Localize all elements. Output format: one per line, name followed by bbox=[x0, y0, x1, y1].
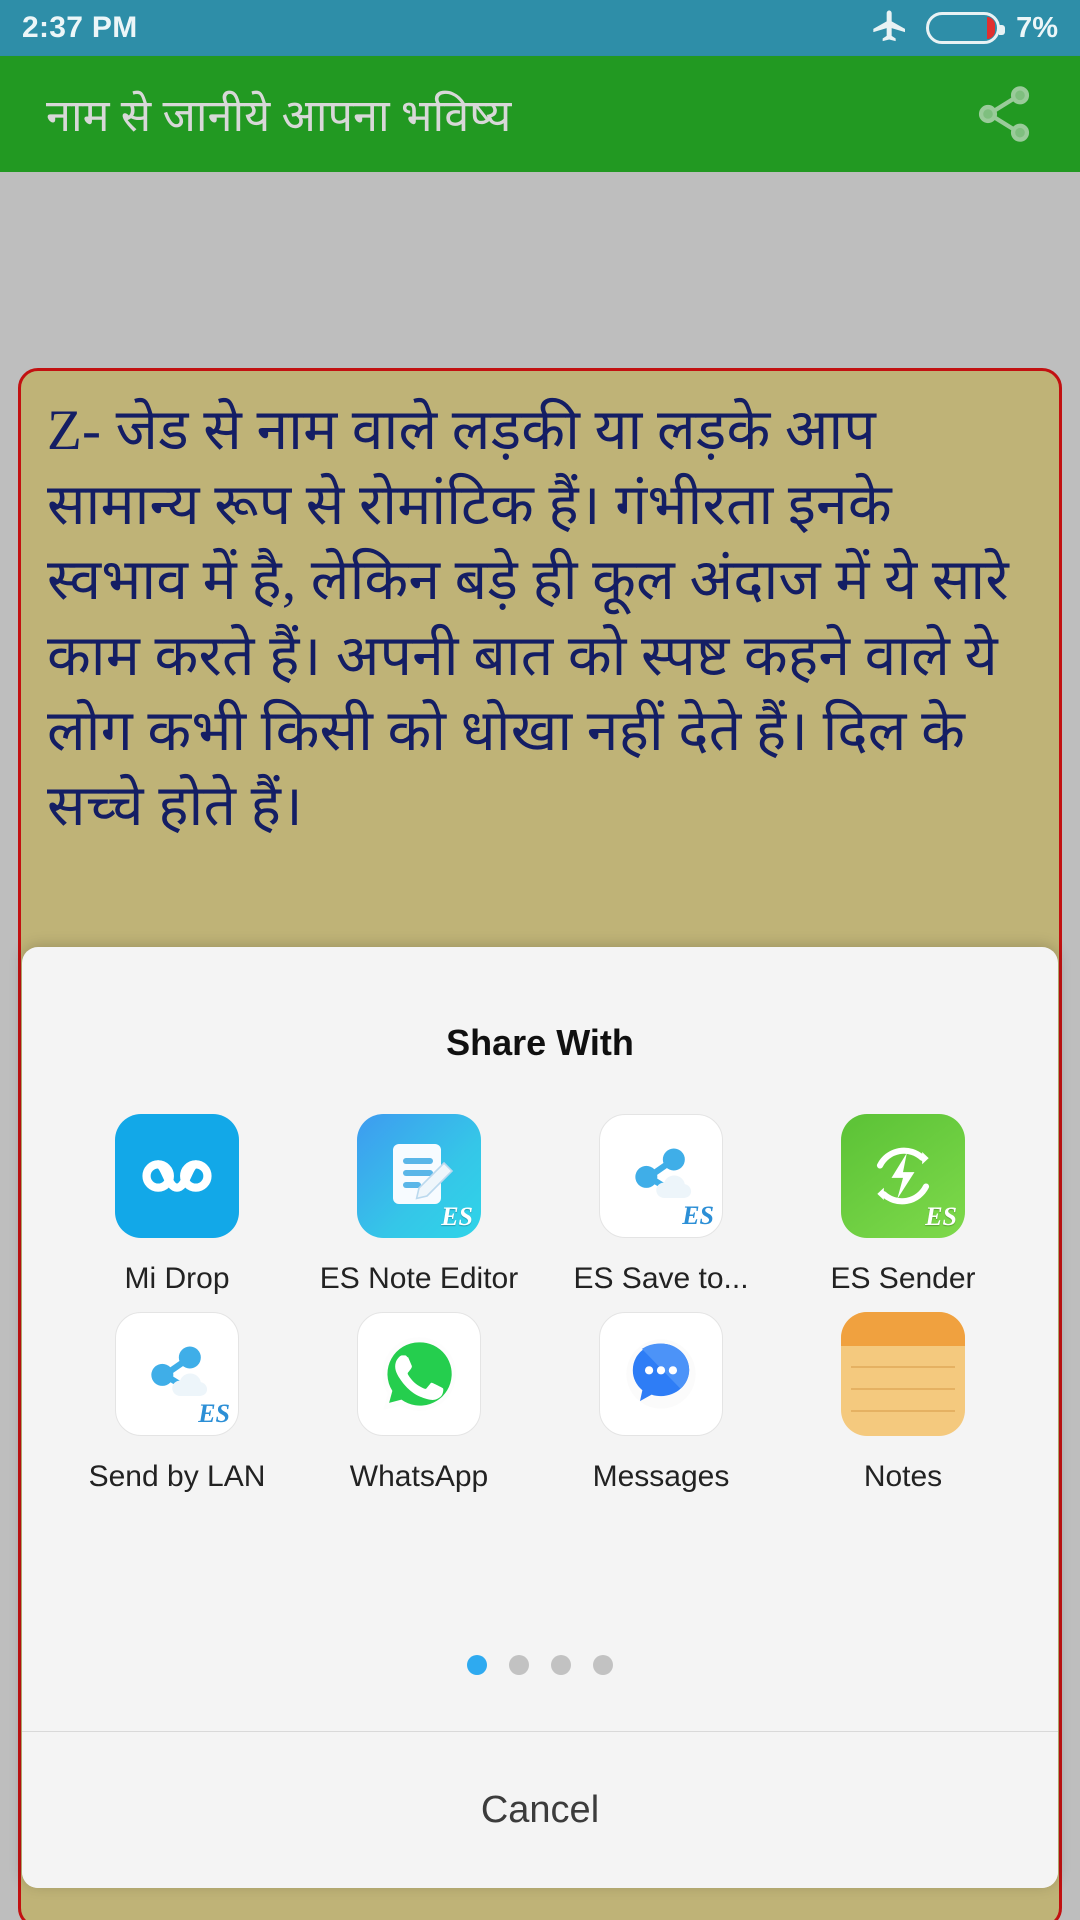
page-dot-3[interactable] bbox=[551, 1655, 571, 1675]
es-note-editor-icon: ES bbox=[357, 1114, 481, 1238]
fortune-text: Z- जेड से नाम वाले लड़की या लड़के आप साम… bbox=[47, 399, 1009, 839]
notes-header-strip bbox=[841, 1311, 965, 1346]
page-dot-2[interactable] bbox=[509, 1655, 529, 1675]
notes-rule-line bbox=[851, 1387, 955, 1390]
share-with-dialog: Share With Mi Drop ES ES Note Editor ES … bbox=[22, 947, 1058, 1888]
airplane-mode-icon bbox=[873, 10, 906, 42]
share-target-label: Notes bbox=[863, 1459, 943, 1493]
whatsapp-icon bbox=[357, 1311, 481, 1436]
share-target-label: ES Save to... bbox=[573, 1262, 749, 1295]
share-icon bbox=[978, 86, 1030, 142]
messages-icon bbox=[599, 1311, 723, 1436]
share-target-notes[interactable]: Notes bbox=[782, 1311, 1024, 1496]
battery-level-fill bbox=[987, 17, 996, 39]
es-sender-icon: ES bbox=[841, 1114, 965, 1238]
es-brand-badge: ES bbox=[682, 1201, 714, 1230]
es-brand-badge: ES bbox=[925, 1202, 957, 1231]
battery-icon bbox=[926, 12, 1006, 44]
status-bar: 2:37 PM 7% bbox=[0, 0, 1080, 56]
mi-drop-icon bbox=[115, 1114, 239, 1238]
share-target-es-save-to[interactable]: ES ES Save to... bbox=[540, 1114, 782, 1298]
page-indicator[interactable] bbox=[22, 1655, 1058, 1731]
notes-rule-line bbox=[851, 1365, 955, 1368]
phone-screen: 2:37 PM 7% नाम से जानीये आपना भविष्य Z- … bbox=[0, 0, 1080, 1920]
notes-rule-line bbox=[851, 1409, 955, 1412]
send-by-lan-icon: ES bbox=[115, 1311, 239, 1436]
share-target-label: Messages bbox=[592, 1459, 730, 1493]
battery-percent-label: 7% bbox=[1016, 11, 1058, 44]
share-dialog-title: Share With bbox=[446, 1022, 634, 1063]
share-target-es-sender[interactable]: ES ES Sender bbox=[782, 1114, 1024, 1298]
share-button[interactable] bbox=[958, 68, 1050, 160]
page-title: नाम से जानीये आपना भविष्य bbox=[46, 90, 512, 141]
share-target-mi-drop[interactable]: Mi Drop bbox=[56, 1114, 298, 1298]
share-target-label: Send by LAN bbox=[88, 1459, 266, 1493]
share-target-label: ES Note Editor bbox=[319, 1262, 519, 1295]
app-bar: नाम से जानीये आपना भविष्य bbox=[0, 56, 1080, 172]
share-target-label: ES Sender bbox=[830, 1262, 976, 1295]
share-target-label: WhatsApp bbox=[349, 1459, 489, 1493]
share-target-send-by-lan[interactable]: ES Send by LAN bbox=[56, 1311, 298, 1496]
es-save-to-icon: ES bbox=[599, 1114, 723, 1238]
share-target-whatsapp[interactable]: WhatsApp bbox=[298, 1311, 540, 1496]
status-bar-clock: 2:37 PM bbox=[22, 11, 138, 44]
page-dot-1[interactable] bbox=[467, 1655, 487, 1675]
cancel-button[interactable]: Cancel bbox=[22, 1732, 1058, 1888]
share-target-row: ES Send by LAN WhatsApp Messages Notes bbox=[56, 1311, 1024, 1496]
notes-icon bbox=[841, 1311, 965, 1436]
share-target-es-note-editor[interactable]: ES ES Note Editor bbox=[298, 1114, 540, 1298]
es-brand-badge: ES bbox=[198, 1398, 230, 1428]
share-target-row: Mi Drop ES ES Note Editor ES ES Save to.… bbox=[56, 1114, 1024, 1298]
share-target-label: Mi Drop bbox=[124, 1262, 230, 1295]
status-bar-icons: 7% bbox=[870, 8, 1058, 48]
page-dot-4[interactable] bbox=[593, 1655, 613, 1675]
es-brand-badge: ES bbox=[441, 1202, 473, 1231]
share-target-grid: Mi Drop ES ES Note Editor ES ES Save to.… bbox=[22, 1064, 1058, 1509]
share-target-messages[interactable]: Messages bbox=[540, 1311, 782, 1496]
